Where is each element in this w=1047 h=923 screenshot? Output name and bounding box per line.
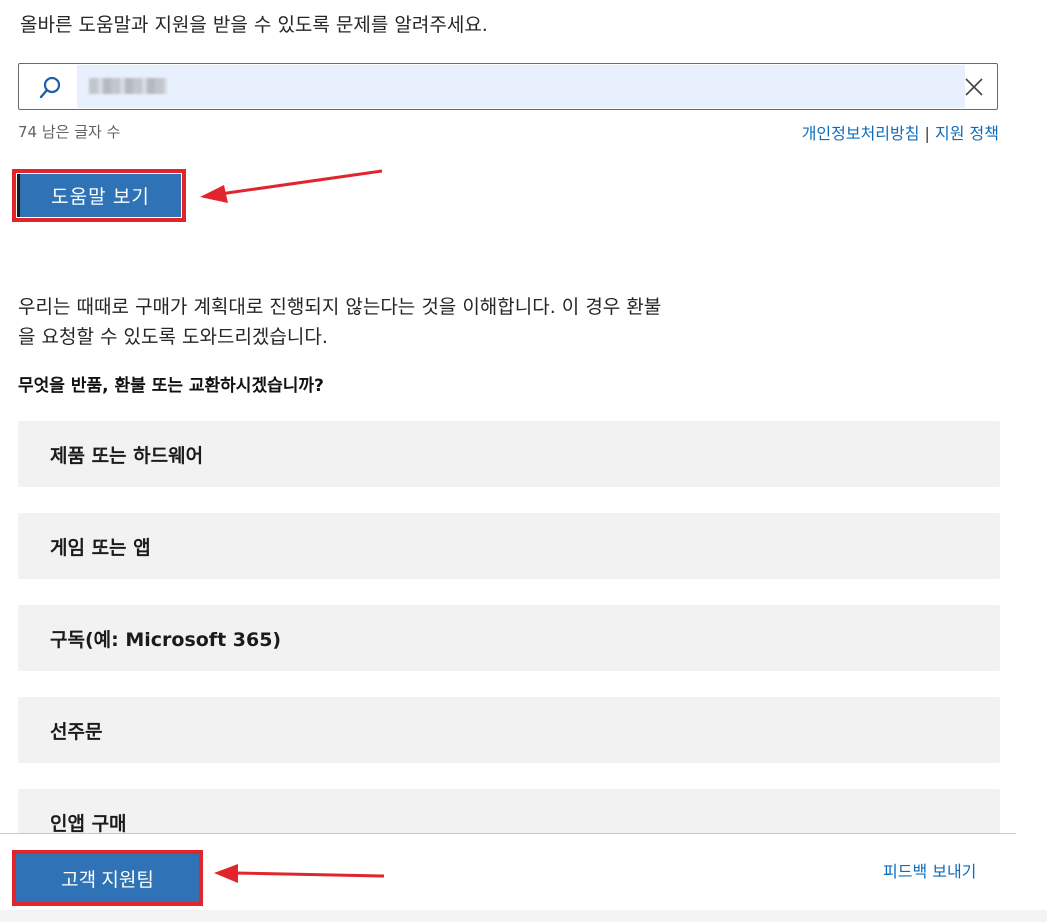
option-preorder[interactable]: 선주문 (18, 697, 1000, 763)
search-icon (39, 76, 61, 99)
privacy-policy-link[interactable]: 개인정보처리방침 (802, 124, 920, 143)
refund-question: 무엇을 반품, 환불 또는 교환하시겠습니까? (18, 376, 324, 396)
footer-bottom-strip (0, 910, 1047, 922)
intro-text: 올바른 도움말과 지원을 받을 수 있도록 문제를 알려주세요. (20, 14, 488, 36)
close-icon[interactable] (963, 76, 985, 98)
customer-support-button[interactable]: 고객 지원팀 (16, 854, 199, 902)
refund-description: 우리는 때때로 구매가 계획대로 진행되지 않는다는 것을 이해합니다. 이 경… (18, 292, 818, 352)
policy-links: 개인정보처리방침 | 지원 정책 (802, 120, 999, 144)
right-margin (1016, 0, 1047, 922)
char-count: 74 남은 글자 수 (18, 123, 121, 141)
refund-description-line2: 을 요청할 수 있도록 도와드리겠습니다. (18, 326, 328, 348)
option-subscription[interactable]: 구독(예: Microsoft 365) (18, 605, 1000, 671)
search-box[interactable] (18, 63, 1017, 110)
option-product-hardware[interactable]: 제품 또는 하드웨어 (18, 421, 1000, 487)
option-games-apps[interactable]: 게임 또는 앱 (18, 513, 1000, 579)
refund-description-line1: 우리는 때때로 구매가 계획대로 진행되지 않는다는 것을 이해합니다. 이 경… (18, 296, 662, 318)
support-policy-link[interactable]: 지원 정책 (935, 124, 999, 143)
annotation-arrow-support (214, 864, 385, 883)
policy-separator: | (924, 124, 930, 143)
search-input-area[interactable] (77, 65, 1017, 108)
option-label: 게임 또는 앱 (50, 536, 151, 559)
annotation-arrow-help (200, 169, 383, 203)
help-button[interactable]: 도움말 보기 (17, 174, 181, 217)
option-label: 제품 또는 하드웨어 (50, 444, 204, 467)
send-feedback-link[interactable]: 피드백 보내기 (883, 858, 976, 882)
option-label: 선주문 (50, 720, 103, 743)
option-label: 구독(예: Microsoft 365) (50, 628, 282, 651)
search-input[interactable] (137, 67, 1017, 107)
option-label: 인앱 구매 (50, 812, 127, 835)
